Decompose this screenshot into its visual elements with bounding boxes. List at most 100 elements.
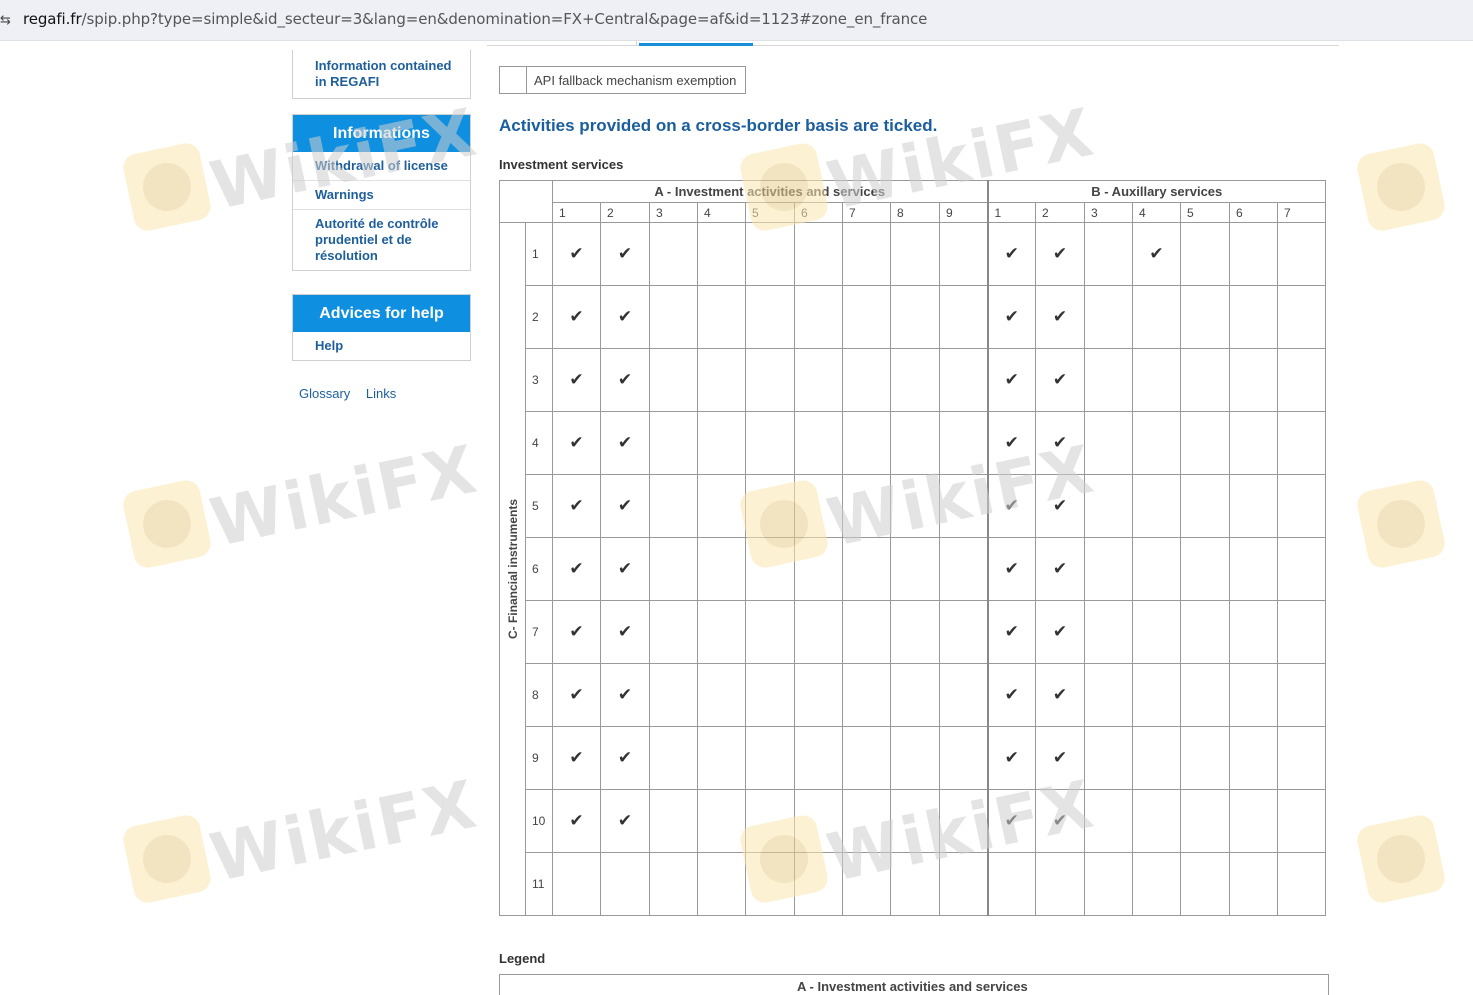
empty-cell	[649, 537, 698, 601]
row-number: 1	[525, 222, 553, 286]
empty-cell	[939, 285, 989, 349]
empty-cell	[842, 474, 891, 538]
empty-cell	[1229, 348, 1278, 412]
empty-cell	[842, 285, 891, 349]
empty-cell	[1180, 663, 1230, 727]
section-subheading: Investment services	[499, 157, 624, 172]
empty-cell	[794, 537, 843, 601]
sidebar-item-withdrawal[interactable]: Withdrawal of license	[293, 152, 470, 180]
advices-box: Advices for help Help	[292, 294, 471, 361]
empty-cell	[1277, 537, 1326, 601]
empty-cell	[987, 852, 1036, 916]
sidebar-item-warnings[interactable]: Warnings	[293, 180, 470, 209]
empty-cell	[1132, 600, 1181, 664]
address-bar[interactable]: ⇆ regafi.fr/spip.php?type=simple&id_sect…	[0, 0, 1473, 41]
empty-cell	[1132, 411, 1181, 475]
empty-cell	[1180, 789, 1230, 853]
legend-table: A - Investment activities and services	[499, 974, 1329, 995]
empty-cell	[697, 726, 746, 790]
column-header-b3: 3	[1084, 202, 1133, 223]
informations-box: Informations Withdrawal of license Warni…	[292, 114, 471, 271]
watermark-text: WikiFX	[203, 765, 485, 897]
watermark-logo-icon	[1354, 140, 1448, 234]
check-mark-icon: ✔	[987, 348, 1036, 412]
empty-cell	[1229, 852, 1278, 916]
empty-cell	[939, 411, 989, 475]
row-number: 8	[525, 663, 553, 727]
empty-cell	[697, 537, 746, 601]
check-mark-icon: ✔	[552, 537, 601, 601]
column-header-b6: 6	[1229, 202, 1278, 223]
empty-cell	[890, 222, 940, 286]
empty-cell	[697, 789, 746, 853]
empty-cell	[1180, 852, 1230, 916]
table-row: 6 ✔ ✔ ✔ ✔	[500, 537, 1326, 601]
check-mark-icon: ✔	[987, 222, 1036, 286]
links-link[interactable]: Links	[366, 386, 396, 401]
check-mark-icon: ✔	[1035, 348, 1085, 412]
empty-cell	[939, 600, 989, 664]
check-mark-icon: ✔	[1035, 537, 1085, 601]
empty-cell	[1132, 726, 1181, 790]
check-mark-icon: ✔	[987, 789, 1036, 853]
column-header-b1: 1	[987, 202, 1036, 223]
empty-cell	[697, 663, 746, 727]
url-text[interactable]: regafi.fr/spip.php?type=simple&id_secteu…	[23, 10, 927, 28]
empty-cell	[649, 726, 698, 790]
active-tab-indicator	[639, 43, 753, 46]
check-mark-icon: ✔	[987, 726, 1036, 790]
check-mark-icon: ✔	[987, 474, 1036, 538]
check-mark-icon: ✔	[600, 726, 650, 790]
table-row: 3 ✔ ✔ ✔ ✔	[500, 348, 1326, 412]
empty-cell	[890, 600, 940, 664]
check-mark-icon: ✔	[552, 222, 601, 286]
row-number: 5	[525, 474, 553, 538]
check-mark-icon: ✔	[552, 348, 601, 412]
check-mark-icon: ✔	[552, 600, 601, 664]
sidebar-item-help[interactable]: Help	[293, 332, 470, 360]
empty-cell	[1084, 348, 1133, 412]
table-row: 5 ✔ ✔ ✔ ✔	[500, 474, 1326, 538]
empty-cell	[1084, 663, 1133, 727]
sidebar-item-acpr[interactable]: Autorité de contrôle prudentiel et de ré…	[293, 209, 470, 270]
row-number: 3	[525, 348, 553, 412]
row-number: 6	[525, 537, 553, 601]
empty-cell	[794, 789, 843, 853]
empty-cell	[1229, 789, 1278, 853]
empty-cell	[1277, 600, 1326, 664]
empty-cell	[1277, 411, 1326, 475]
column-header-a6: 6	[794, 202, 843, 223]
empty-cell	[745, 600, 795, 664]
api-exemption-checkbox[interactable]	[500, 67, 527, 93]
check-mark-icon: ✔	[600, 600, 650, 664]
empty-cell	[745, 537, 795, 601]
empty-cell	[1035, 852, 1085, 916]
site-info-icon[interactable]: ⇆	[0, 12, 11, 28]
empty-cell	[745, 663, 795, 727]
check-mark-icon: ✔	[1035, 789, 1085, 853]
row-number: 9	[525, 726, 553, 790]
column-header-b5: 5	[1180, 202, 1230, 223]
empty-cell	[890, 285, 940, 349]
column-header-a3: 3	[649, 202, 698, 223]
empty-cell	[1180, 411, 1230, 475]
tab-divider-tick	[636, 40, 637, 46]
watermark-text: WikiFX	[203, 430, 485, 562]
empty-cell	[842, 789, 891, 853]
watermark-logo-icon	[120, 140, 214, 234]
empty-cell	[1277, 789, 1326, 853]
advices-title: Advices for help	[293, 295, 470, 332]
empty-cell	[1132, 537, 1181, 601]
empty-cell	[890, 348, 940, 412]
glossary-link[interactable]: Glossary	[299, 386, 350, 401]
column-header-b4: 4	[1132, 202, 1181, 223]
empty-cell	[697, 222, 746, 286]
row-number: 2	[525, 285, 553, 349]
check-mark-icon: ✔	[600, 411, 650, 475]
watermark-logo-icon	[120, 812, 214, 906]
column-header-a1: 1	[552, 202, 601, 223]
sidebar-item-information-regafi[interactable]: Information contained in REGAFI	[293, 50, 470, 96]
empty-cell	[745, 474, 795, 538]
table-row: C- Financial instruments 1 ✔ ✔ ✔ ✔ ✔	[499, 222, 1326, 916]
check-mark-icon: ✔	[987, 663, 1036, 727]
